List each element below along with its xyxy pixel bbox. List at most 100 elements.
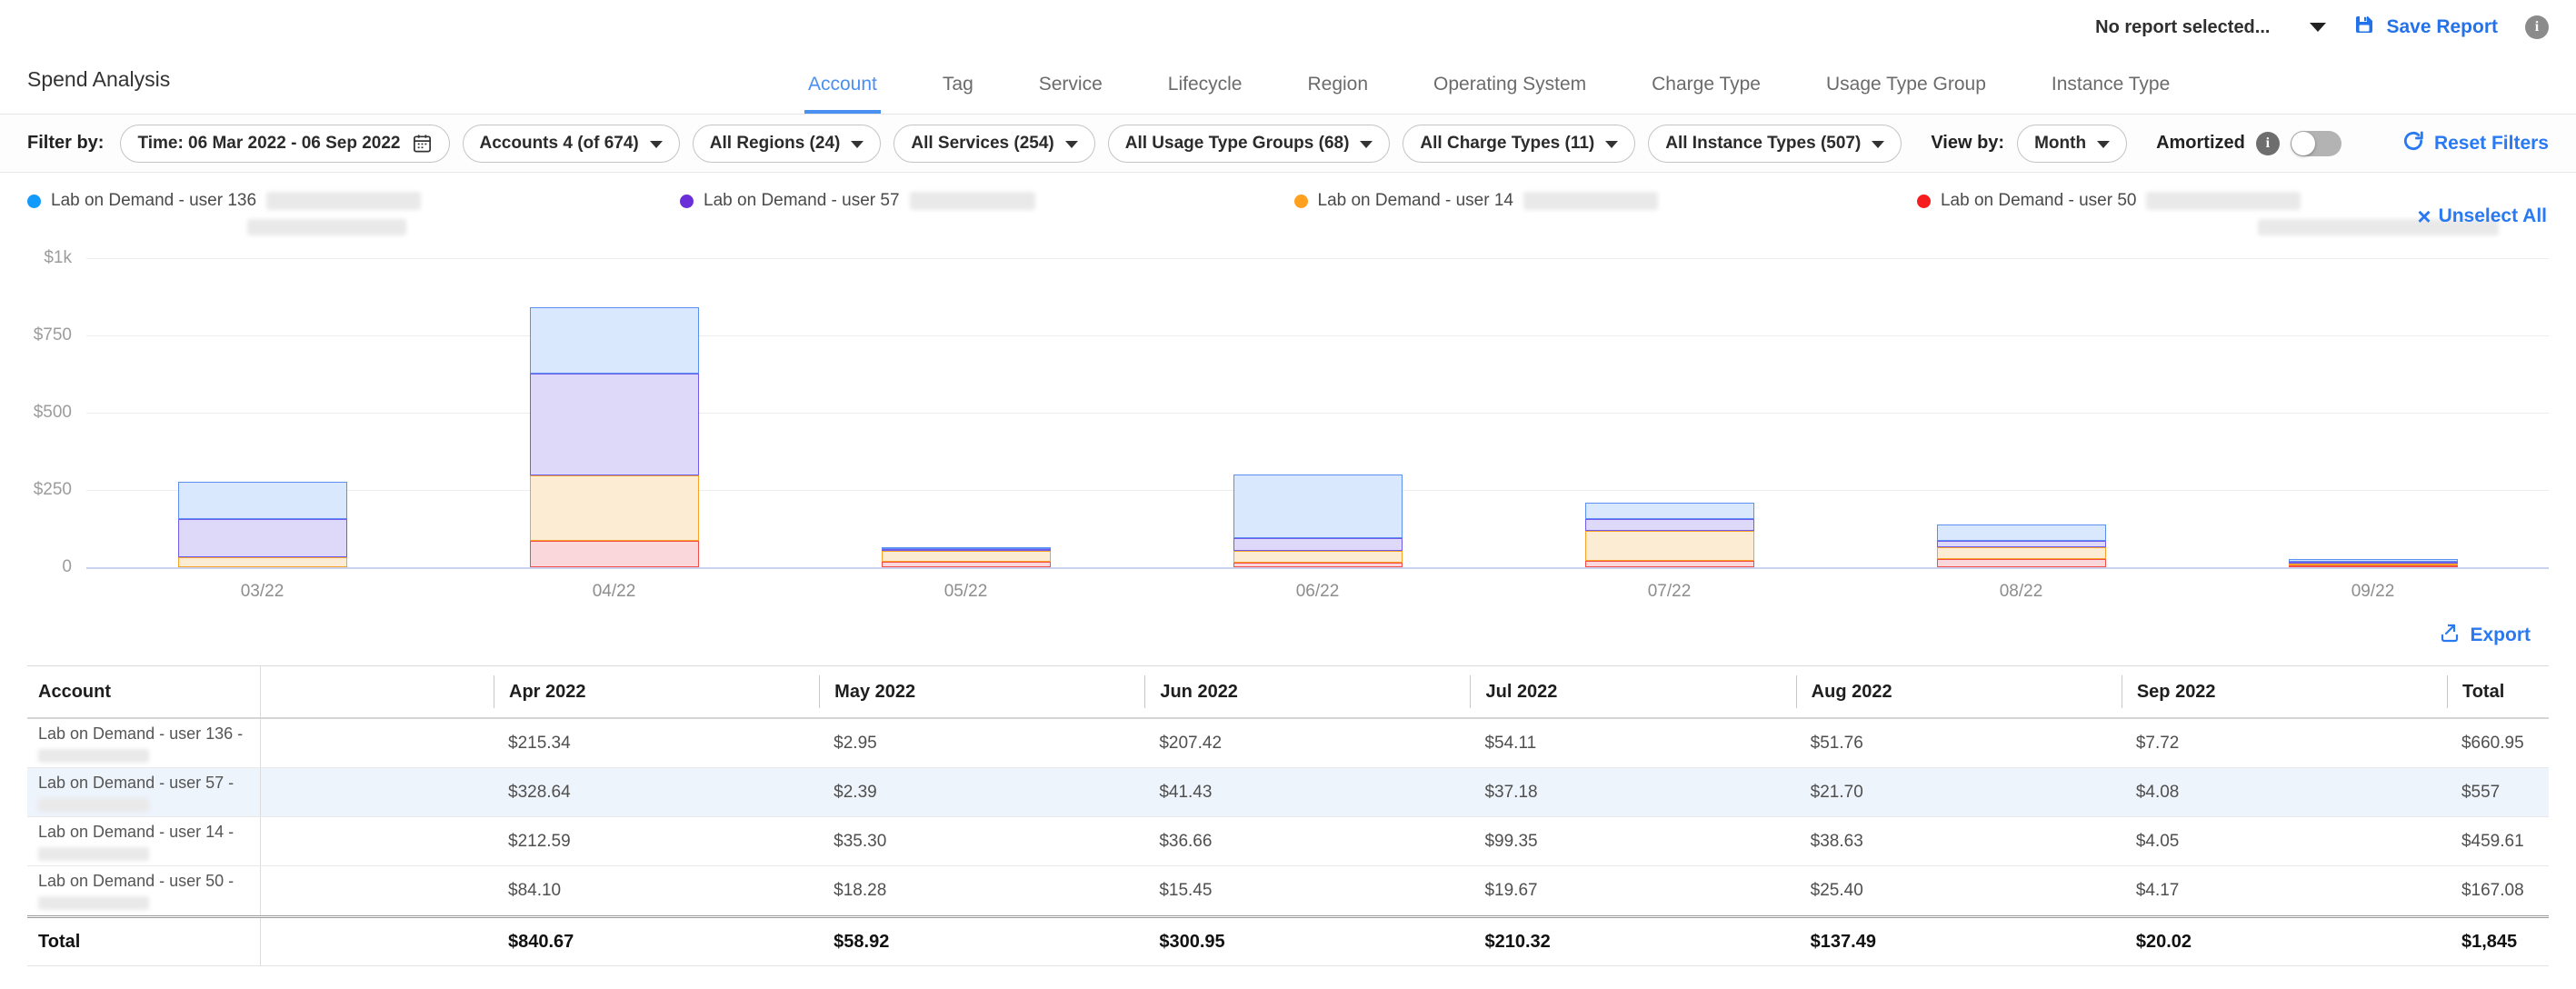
legend-item-lab-on-demand-user-14[interactable]: Lab on Demand - user 14 — [1294, 191, 1658, 211]
stacked-bar-07-22[interactable] — [1585, 503, 1754, 567]
value-cell: $4.05 — [2122, 832, 2447, 852]
tab-region[interactable]: Region — [1303, 74, 1372, 114]
redacted-text — [38, 798, 149, 812]
info-icon[interactable]: i — [2525, 15, 2549, 39]
bar-segment-lab-on-demand-user-14[interactable] — [1585, 531, 1754, 562]
account-name: Lab on Demand - user 57 - — [38, 774, 260, 793]
bar-segment-lab-on-demand-user-57[interactable] — [178, 519, 347, 556]
table-row: Lab on Demand - user 136 -$215.34$2.95$2… — [27, 719, 2549, 768]
tab-usage-type-group[interactable]: Usage Type Group — [1822, 74, 1990, 114]
bar-segment-lab-on-demand-user-57[interactable] — [1233, 538, 1403, 551]
filter-pill-all-regions[interactable]: All Regions (24) — [693, 125, 882, 163]
tab-service[interactable]: Service — [1035, 74, 1106, 114]
filter-pill-all-charge-types[interactable]: All Charge Types (11) — [1403, 125, 1635, 163]
header-apr-2022: Apr 2022 — [494, 675, 819, 708]
x-tick-label: 03/22 — [86, 582, 438, 602]
amortized-label: Amortized — [2156, 133, 2245, 154]
tabs: Account Tag Service Lifecycle Region Operatin… — [804, 74, 2173, 114]
filter-pill-time[interactable]: Time: 06 Mar 2022 - 06 Sep 2022 — [120, 125, 449, 163]
redacted-text — [38, 847, 149, 861]
bar-segment-lab-on-demand-user-136[interactable] — [1585, 503, 1754, 519]
filter-pill-all-usage-type-groups[interactable]: All Usage Type Groups (68) — [1108, 125, 1391, 163]
amortized-control: Amortized i — [2156, 131, 2341, 156]
bar-segment-lab-on-demand-user-50[interactable] — [1233, 563, 1403, 567]
tab-charge-type[interactable]: Charge Type — [1648, 74, 1764, 114]
tab-operating-system[interactable]: Operating System — [1430, 74, 1590, 114]
bar-segment-lab-on-demand-user-136[interactable] — [1937, 524, 2106, 541]
x-tick-label: 06/22 — [1142, 582, 1493, 602]
bar-segment-lab-on-demand-user-14[interactable] — [178, 557, 347, 567]
stacked-bar-08-22[interactable] — [1937, 524, 2106, 567]
stacked-bar-04-22[interactable] — [530, 307, 699, 567]
x-tick-label: 09/22 — [2197, 582, 2549, 602]
filter-pill-label: Accounts 4 (of 674) — [480, 134, 639, 154]
bar-segment-lab-on-demand-user-14[interactable] — [530, 475, 699, 541]
filter-pill-all-instance-types[interactable]: All Instance Types (507) — [1648, 125, 1902, 163]
amortized-info-icon[interactable]: i — [2256, 132, 2280, 155]
account-cell: Lab on Demand - user 136 - — [27, 719, 261, 767]
stacked-bar-05-22[interactable] — [882, 547, 1051, 567]
legend-item-label: Lab on Demand - user 57 — [704, 191, 899, 211]
y-axis: $1k$750$500$2500 — [0, 258, 86, 569]
value-cell: $99.35 — [1470, 832, 1795, 852]
bar-segment-lab-on-demand-user-14[interactable] — [882, 551, 1051, 562]
bar-segment-lab-on-demand-user-50[interactable] — [530, 541, 699, 567]
legend-line: Lab on Demand - user 14 — [1294, 191, 1658, 211]
value-cell: $54.11 — [1470, 734, 1795, 754]
filter-pill-label: All Charge Types (11) — [1420, 134, 1594, 154]
bar-segment-lab-on-demand-user-14[interactable] — [1233, 551, 1403, 562]
account-cell: Lab on Demand - user 57 - — [27, 768, 261, 816]
y-tick-label: $500 — [34, 403, 72, 423]
legend-line: Lab on Demand - user 136 — [27, 191, 421, 211]
unselect-all-button[interactable]: × Unselect All — [2417, 205, 2547, 227]
stacked-bar-03-22[interactable] — [178, 482, 347, 567]
value-cell: $51.76 — [1796, 734, 2122, 754]
bar-segment-lab-on-demand-user-136[interactable] — [178, 482, 347, 519]
bar-segment-lab-on-demand-user-57[interactable] — [1585, 519, 1754, 531]
redacted-text — [38, 896, 149, 910]
save-report-button[interactable]: Save Report — [2353, 14, 2498, 41]
bar-segment-lab-on-demand-user-136[interactable] — [530, 307, 699, 374]
bar-segment-lab-on-demand-user-57[interactable] — [1937, 541, 2106, 547]
chevron-down-icon — [2310, 23, 2326, 32]
filter-pill-label: All Instance Types (507) — [1665, 134, 1861, 154]
legend-item-lab-on-demand-user-50[interactable]: Lab on Demand - user 50 — [1917, 191, 2499, 235]
value-cell: $215.34 — [494, 734, 819, 754]
stacked-bar-09-22[interactable] — [2289, 559, 2458, 567]
stacked-bar-06-22[interactable] — [1233, 475, 1403, 567]
bar-segment-lab-on-demand-user-50[interactable] — [2289, 565, 2458, 567]
export-button[interactable]: Export — [2439, 622, 2531, 649]
x-axis: 03/2204/2205/2206/2207/2208/2209/22 — [86, 582, 2576, 602]
bar-segment-lab-on-demand-user-50[interactable] — [1937, 559, 2106, 567]
x-tick-label: 08/22 — [1845, 582, 2197, 602]
filter-pill-accounts-4[interactable]: Accounts 4 (of 674) — [463, 125, 680, 163]
redacted-text — [910, 192, 1035, 210]
view-by-dropdown[interactable]: Month — [2017, 125, 2127, 163]
legend-item-label: Lab on Demand - user 136 — [51, 191, 256, 211]
amortized-toggle[interactable] — [2291, 131, 2341, 156]
legend-item-lab-on-demand-user-136[interactable]: Lab on Demand - user 136 — [27, 191, 421, 235]
tab-account[interactable]: Account — [804, 74, 881, 114]
bar-segment-lab-on-demand-user-136[interactable] — [1233, 475, 1403, 539]
chart-legend: Lab on Demand - user 136 Lab on Demand - … — [0, 173, 2576, 253]
value-cell: $41.43 — [1144, 783, 1470, 803]
value-cell: $4.08 — [2122, 783, 2447, 803]
report-selector-dropdown[interactable]: No report selected... — [2095, 17, 2326, 38]
caret-down-icon — [1605, 141, 1618, 148]
tab-lifecycle[interactable]: Lifecycle — [1164, 74, 1246, 114]
bar-segment-lab-on-demand-user-50[interactable] — [1585, 561, 1754, 567]
y-tick-label: $1k — [44, 248, 72, 268]
filter-bar: Filter by: Time: 06 Mar 2022 - 06 Sep 20… — [0, 115, 2576, 173]
tab-tag[interactable]: Tag — [939, 74, 977, 114]
title-row: Spend Analysis AccountTagServiceLifecycl… — [0, 45, 2576, 115]
bar-segment-lab-on-demand-user-14[interactable] — [1937, 547, 2106, 559]
redacted-text — [266, 192, 421, 210]
value-cell: $38.63 — [1796, 832, 2122, 852]
bar-segment-lab-on-demand-user-50[interactable] — [882, 562, 1051, 567]
x-tick-label: 04/22 — [438, 582, 790, 602]
filter-pill-all-services[interactable]: All Services (254) — [894, 125, 1094, 163]
bar-segment-lab-on-demand-user-57[interactable] — [530, 374, 699, 475]
reset-filters-button[interactable]: Reset Filters — [2401, 129, 2549, 158]
tab-instance-type[interactable]: Instance Type — [2048, 74, 2173, 114]
legend-item-lab-on-demand-user-57[interactable]: Lab on Demand - user 57 — [680, 191, 1034, 211]
